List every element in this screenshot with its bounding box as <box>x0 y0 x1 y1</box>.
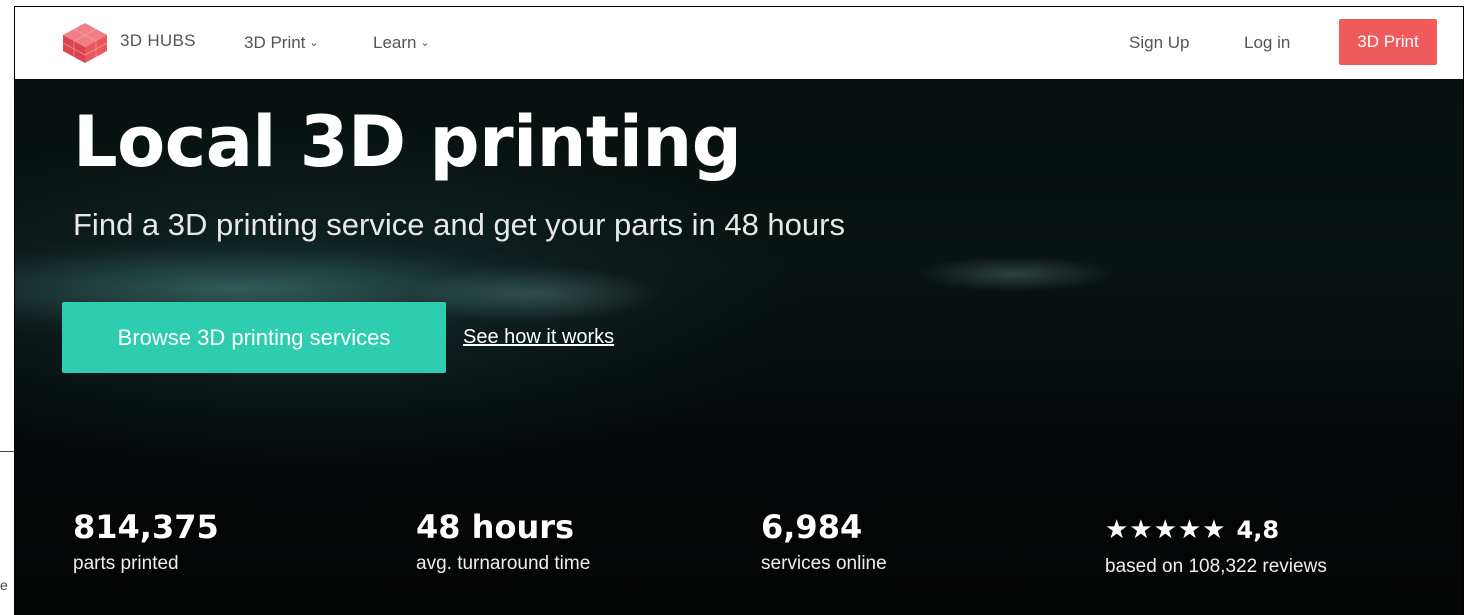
nav-3d-print-dropdown[interactable]: 3D Print ⌄ <box>244 33 319 53</box>
background-divider <box>0 451 14 452</box>
star-rating-icon: ★★★★★ <box>1105 515 1227 545</box>
nav-learn-label: Learn <box>373 33 417 52</box>
nav-3d-print-label: 3D Print <box>244 33 306 52</box>
background-fragment: e <box>0 577 8 593</box>
stat-label: avg. turnaround time <box>416 553 591 574</box>
hero-subtitle: Find a 3D printing service and get your … <box>73 207 845 242</box>
log-in-link[interactable]: Log in <box>1244 33 1290 53</box>
browse-services-button[interactable]: Browse 3D printing services <box>62 302 446 373</box>
rating-row: ★★★★★ 4,8 <box>1105 507 1327 550</box>
top-navigation: 3D HUBS 3D Print ⌄ Learn ⌄ Sign Up Log in … <box>15 7 1463 80</box>
stat-value: 814,375 <box>73 508 219 546</box>
see-how-it-works-link[interactable]: See how it works <box>463 326 614 349</box>
chevron-down-icon: ⌄ <box>309 37 319 49</box>
stat-value: 48 hours <box>416 508 575 546</box>
stat-label: based on 108,322 reviews <box>1105 556 1327 577</box>
sign-up-link[interactable]: Sign Up <box>1129 33 1189 53</box>
hero-section: Local 3D printing Find a 3D printing ser… <box>15 79 1463 615</box>
nav-learn-dropdown[interactable]: Learn ⌄ <box>373 33 430 53</box>
3d-print-button[interactable]: 3D Print <box>1339 19 1437 65</box>
stat-label: parts printed <box>73 553 179 574</box>
chevron-down-icon: ⌄ <box>420 37 430 49</box>
stat-label: services online <box>761 553 887 574</box>
brand-name[interactable]: 3D HUBS <box>120 31 196 51</box>
stat-parts-printed: 814,375 parts printed <box>73 507 219 575</box>
3d-hubs-logo-icon[interactable] <box>61 21 109 65</box>
stat-services-online: 6,984 services online <box>761 507 887 575</box>
stat-value: 6,984 <box>761 508 863 546</box>
rating-value: 4,8 <box>1236 516 1280 544</box>
browser-viewport: 3D HUBS 3D Print ⌄ Learn ⌄ Sign Up Log in … <box>14 6 1464 615</box>
hero-title: Local 3D printing <box>73 101 742 183</box>
stat-turnaround: 48 hours avg. turnaround time <box>416 507 590 575</box>
stat-rating: ★★★★★ 4,8 based on 108,322 reviews <box>1105 507 1327 578</box>
